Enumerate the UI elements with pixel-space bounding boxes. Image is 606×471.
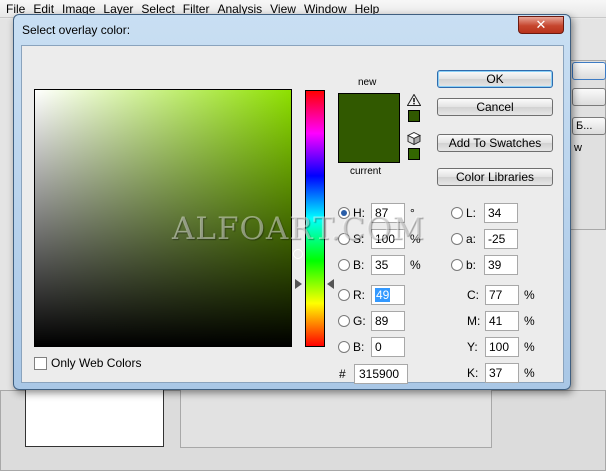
black-row: K: 37 % [467,363,535,383]
brightness-radio[interactable] [338,259,350,271]
web-safe-cube-icon[interactable] [407,132,421,145]
background-options-box [180,388,492,448]
cyan-input[interactable]: 77 [485,285,519,305]
red-input[interactable]: 49 [371,285,405,305]
background-button-label: Б... [576,120,593,132]
hex-label: # [339,367,346,381]
black-input[interactable]: 37 [485,363,519,383]
close-button[interactable]: ✕ [518,16,564,34]
green-input[interactable]: 89 [371,311,405,331]
a-channel-input[interactable]: -25 [484,229,518,249]
blue-radio[interactable] [338,341,350,353]
blue-input[interactable]: 0 [371,337,405,357]
brightness-input[interactable]: 35 [371,255,405,275]
blue-row: B: 0 [338,337,405,357]
green-label: G: [353,314,366,328]
a-channel-label: a: [466,232,477,246]
lightness-input[interactable]: 34 [484,203,518,223]
current-color-label: current [350,166,382,177]
red-radio[interactable] [338,289,350,301]
black-label: K: [467,366,479,380]
b-channel-row: b: 39 [451,255,518,275]
only-web-colors-checkbox[interactable] [34,356,47,370]
brightness-label: B: [353,258,365,272]
blue-label: B: [353,340,365,354]
b-channel-input[interactable]: 39 [484,255,518,275]
lightness-radio[interactable] [451,207,463,219]
hex-input[interactable]: 315900 [354,364,408,384]
background-button-2[interactable]: Б... [572,117,606,135]
hue-slider-left-arrow-icon[interactable] [295,279,302,289]
magenta-unit: % [524,314,535,328]
yellow-input[interactable]: 100 [485,337,519,357]
hue-slider-right-arrow-icon[interactable] [327,279,334,289]
red-row: R: 49 [338,285,405,305]
black-unit: % [524,366,535,380]
hex-row: # 315900 [338,364,408,384]
brightness-row: B: 35 % [338,255,421,275]
color-libraries-button[interactable]: Color Libraries [437,168,553,186]
only-web-colors-option[interactable]: Only Web Colors [34,356,141,370]
out-of-gamut-warning-icon[interactable] [407,94,421,106]
green-radio[interactable] [338,315,350,327]
cyan-row: C: 77 % [467,285,535,305]
dialog-titlebar[interactable]: Select overlay color: ✕ [14,15,570,45]
add-to-swatches-button[interactable]: Add To Swatches [437,134,553,152]
gamut-color-swatch[interactable] [408,110,420,122]
yellow-unit: % [524,340,535,354]
dialog-title: Select overlay color: [22,23,131,37]
new-color-label: new [358,77,377,88]
red-input-value: 49 [375,288,391,302]
new-color-swatch [338,93,400,128]
a-channel-row: a: -25 [451,229,518,249]
magenta-label: M: [467,314,481,328]
red-label: R: [353,288,365,302]
a-channel-radio[interactable] [451,233,463,245]
cyan-unit: % [524,288,535,302]
lightness-row: L: 34 [451,203,518,223]
b-channel-radio[interactable] [451,259,463,271]
cancel-button[interactable]: Cancel [437,98,553,116]
close-icon: ✕ [535,17,547,32]
green-row: G: 89 [338,311,405,331]
magenta-input[interactable]: 41 [485,311,519,331]
only-web-colors-label: Only Web Colors [51,356,142,370]
watermark-text: ALFOART.COM [172,211,425,247]
magenta-row: M: 41 % [467,311,535,331]
yellow-label: Y: [467,340,478,354]
current-color-swatch[interactable] [338,128,400,163]
cyan-label: C: [467,288,479,302]
color-picker-dialog: Select overlay color: ✕ Only Web Colors … [13,14,571,390]
brightness-unit: % [410,258,421,272]
yellow-row: Y: 100 % [467,337,535,357]
background-label: w [574,142,582,154]
color-field-marker[interactable] [293,249,303,259]
background-preview-box [25,388,164,447]
ok-button[interactable]: OK [437,70,553,88]
background-ok-button[interactable] [572,62,606,80]
b-channel-label: b: [466,258,477,272]
lightness-label: L: [466,206,477,220]
background-button[interactable] [572,88,606,106]
web-safe-color-swatch[interactable] [408,148,420,160]
